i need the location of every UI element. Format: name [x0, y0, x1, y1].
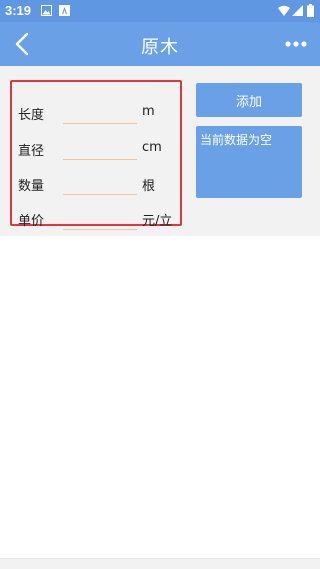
page-title: 原木: [141, 37, 179, 58]
data-list-panel: 当前数据为空: [196, 126, 302, 198]
unit-price-unit: 元/立: [142, 214, 173, 229]
image-notification-icon: [41, 5, 52, 16]
unit-price-input[interactable]: [63, 207, 137, 230]
diameter-unit: cm: [142, 140, 162, 155]
bottom-divider: [0, 558, 320, 569]
unit-price-row: 单价 元/立: [12, 205, 180, 235]
app-notification-icon: [59, 5, 70, 16]
diameter-input[interactable]: [63, 137, 137, 160]
unit-price-label: 单价: [18, 214, 45, 229]
add-button[interactable]: 添加: [196, 83, 302, 117]
length-row: 长度 m: [12, 99, 180, 129]
wifi-icon: [278, 5, 290, 16]
quantity-row: 数量 根: [12, 170, 180, 200]
quantity-label: 数量: [18, 179, 45, 194]
log-input-form: 长度 m 直径 cm 数量 根 单价 元/立: [10, 80, 182, 230]
length-unit: m: [142, 104, 155, 119]
more-options-button[interactable]: [282, 32, 310, 56]
status-time: 3:19: [5, 3, 32, 18]
content-area: 长度 m 直径 cm 数量 根 单价 元/立 添加 当前数据为空: [0, 66, 320, 236]
app-header: 原木: [0, 22, 320, 66]
diameter-row: 直径 cm: [12, 135, 180, 165]
cellular-signal-icon: [292, 5, 303, 16]
empty-data-text: 当前数据为空: [200, 133, 273, 147]
quantity-input[interactable]: [63, 172, 137, 195]
quantity-unit: 根: [142, 179, 156, 194]
diameter-label: 直径: [18, 144, 45, 159]
length-input[interactable]: [63, 101, 137, 124]
battery-icon: [307, 4, 314, 17]
more-horizontal-icon: [282, 32, 310, 56]
status-bar: 3:19: [0, 0, 320, 22]
length-label: 长度: [18, 108, 45, 123]
